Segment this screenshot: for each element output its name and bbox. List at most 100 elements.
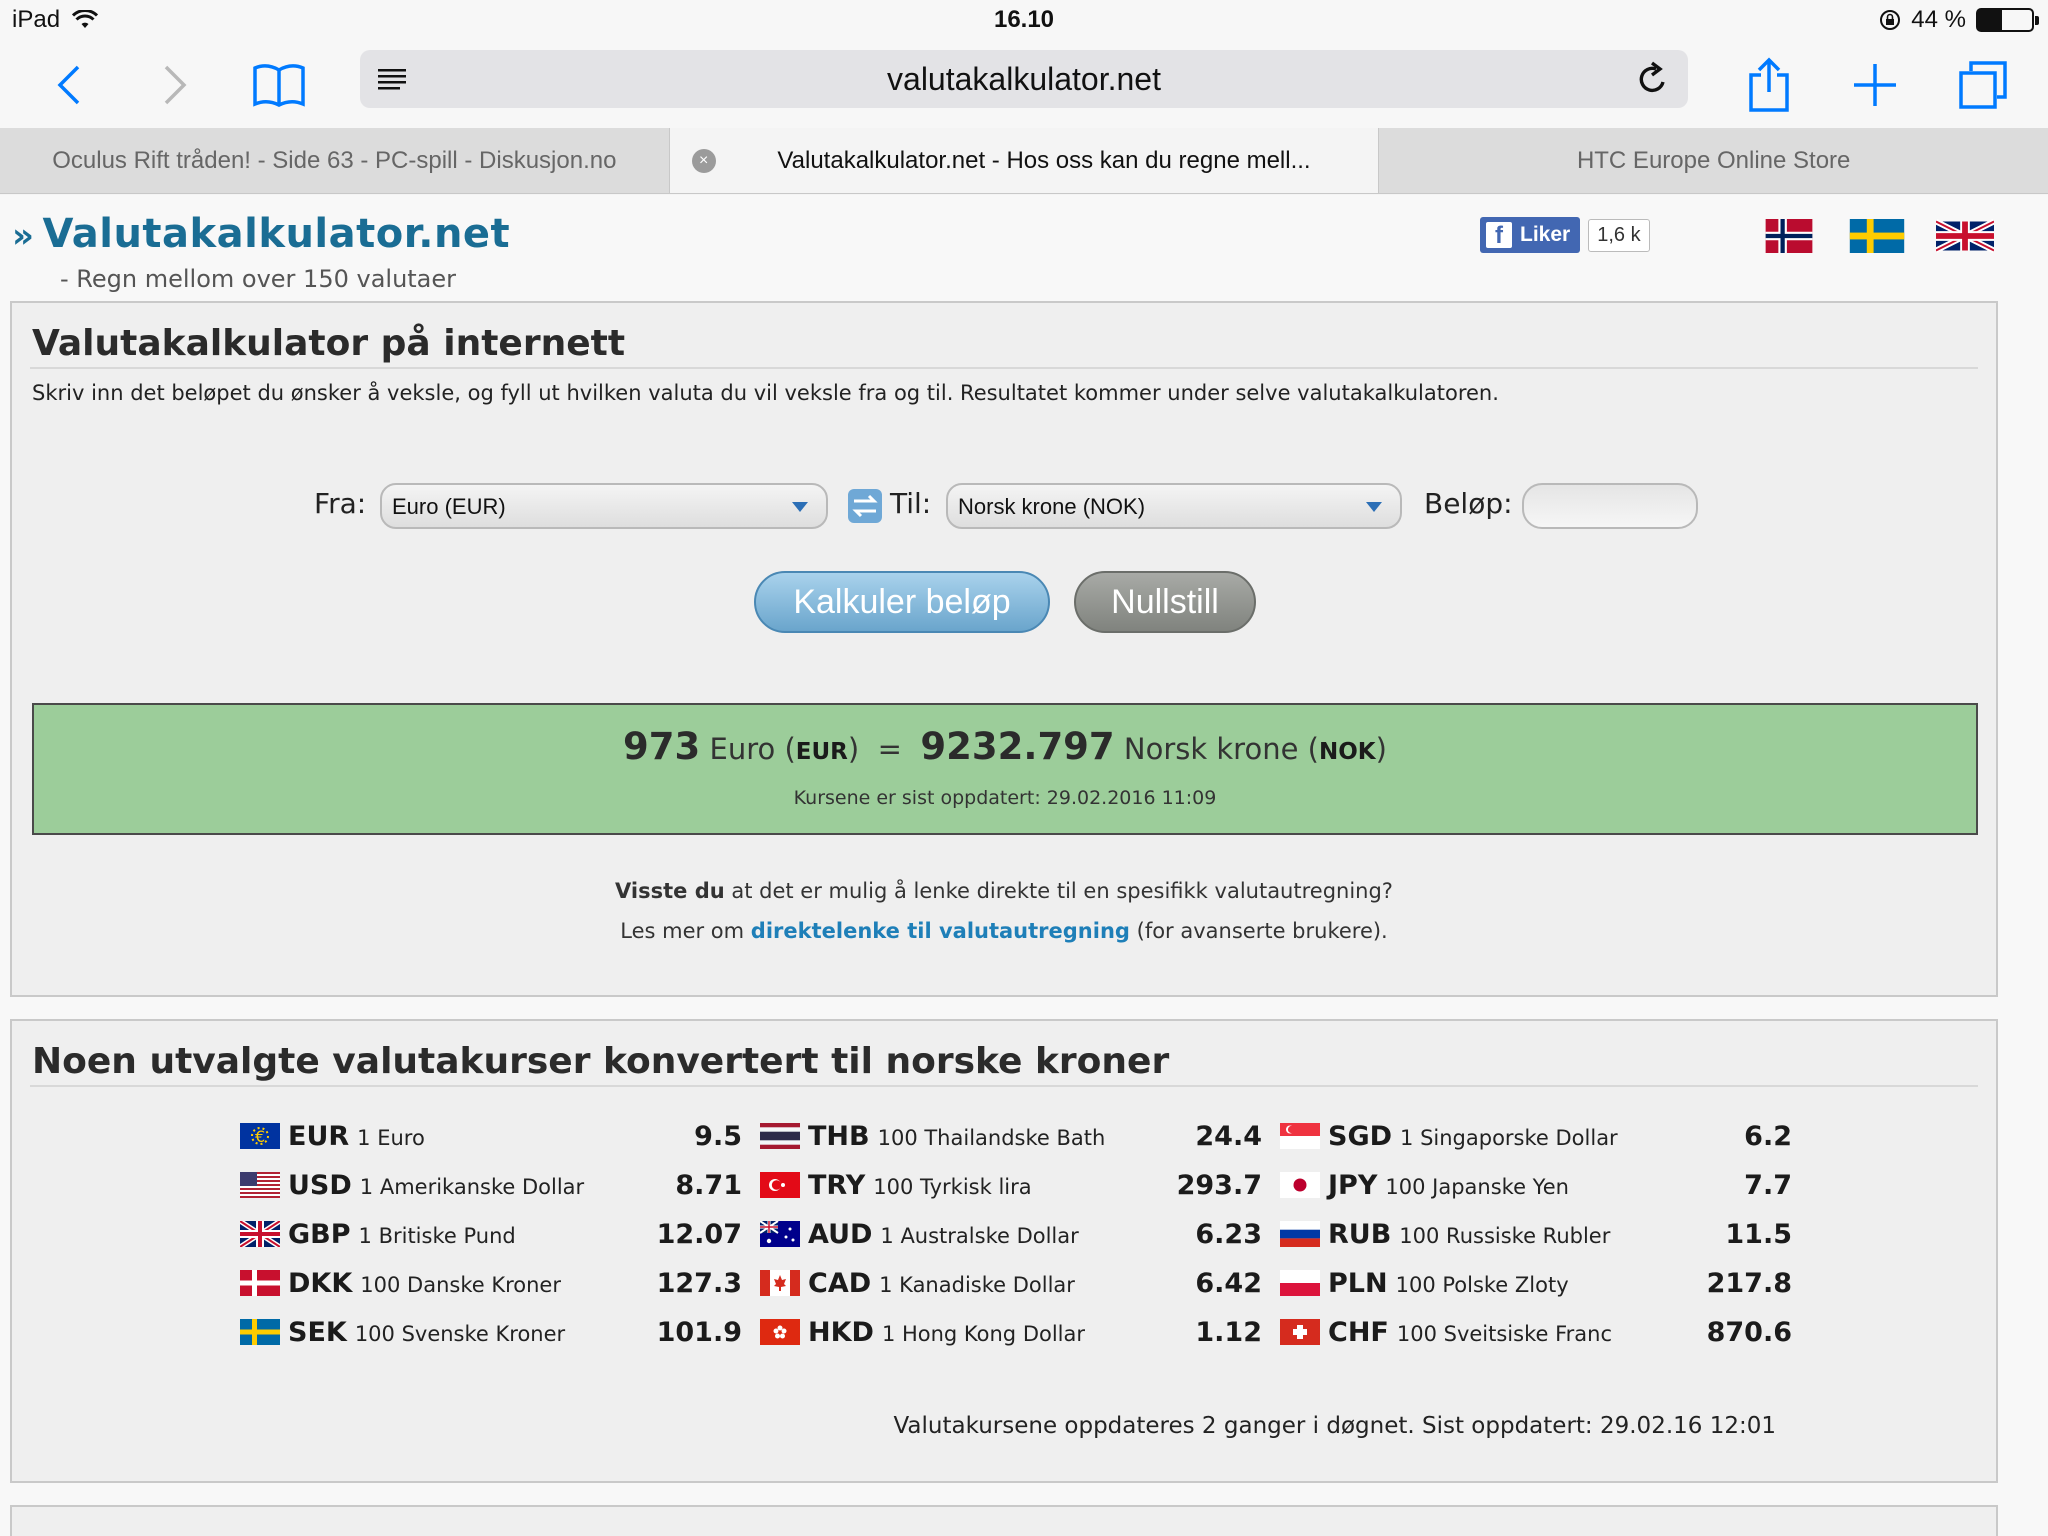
- tabs-icon: [1959, 61, 2007, 109]
- swap-currencies-icon[interactable]: [848, 489, 882, 523]
- like-count: 1,6 k: [1588, 218, 1650, 252]
- rate-row[interactable]: SEK 100 Svenske Kroner 101.9: [240, 1317, 742, 1357]
- share-button[interactable]: [1734, 50, 1804, 120]
- rate-row[interactable]: € EUR 1 Euro 9.5: [240, 1121, 742, 1161]
- rate-row[interactable]: CAD 1 Kanadiske Dollar 6.42: [760, 1268, 1262, 1308]
- result-value: 9232.797: [920, 725, 1115, 768]
- to-label: Til:: [890, 487, 932, 520]
- svg-text:€: €: [255, 1127, 265, 1146]
- facebook-like-widget: f Liker 1,6 k: [1480, 217, 1650, 253]
- rate-code: THB 100 Thailandske Bath: [808, 1121, 1106, 1152]
- tab-valutakalkulator[interactable]: × Valutakalkulator.net - Hos oss kan du …: [669, 128, 1380, 193]
- facebook-like-button[interactable]: f Liker: [1480, 217, 1581, 253]
- rate-row[interactable]: TRY 100 Tyrkisk lira 293.7: [760, 1170, 1262, 1210]
- rate-code: DKK 100 Danske Kroner: [288, 1268, 561, 1299]
- rate-name: 1 Amerikanske Dollar: [359, 1175, 585, 1199]
- norway-flag-icon[interactable]: [1760, 219, 1818, 253]
- rates-column: € EUR 1 Euro 9.5 USD 1 Amerikanske Dollar 8.71…: [240, 1121, 742, 1381]
- rates-column: THB 100 Thailandske Bath 24.4 TRY 100 Tyrkis…: [760, 1121, 1262, 1381]
- rate-name: 100 Thailandske Bath: [877, 1126, 1106, 1150]
- result-to-code: NOK: [1318, 739, 1376, 765]
- chevron-left-icon: [57, 65, 80, 105]
- rate-value: 293.7: [1176, 1170, 1262, 1201]
- uk-flag-icon[interactable]: [1936, 219, 1994, 253]
- from-currency-select[interactable]: Euro (EUR): [380, 483, 828, 529]
- forward-button[interactable]: [140, 50, 210, 120]
- tr-flag-icon: [760, 1172, 800, 1198]
- plus-icon: [1854, 64, 1896, 106]
- rate-code: PLN 100 Polske Zloty: [1328, 1268, 1569, 1299]
- eu-flag-icon: €: [240, 1123, 280, 1149]
- rate-value: 870.6: [1706, 1317, 1792, 1348]
- language-selector: [1760, 219, 1994, 253]
- reset-button[interactable]: Nullstill: [1074, 571, 1256, 633]
- battery-percent: 44 %: [1911, 6, 1966, 33]
- sweden-flag-icon[interactable]: [1848, 219, 1906, 253]
- ru-flag-icon: [1280, 1221, 1320, 1247]
- rate-name: 100 Polske Zloty: [1395, 1273, 1569, 1297]
- rate-row[interactable]: DKK 100 Danske Kroner 127.3: [240, 1268, 742, 1308]
- rate-code: JPY 100 Japanske Yen: [1328, 1170, 1569, 1201]
- rate-code: CAD 1 Kanadiske Dollar: [808, 1268, 1075, 1299]
- bookmarks-button[interactable]: [244, 50, 314, 120]
- rate-row[interactable]: USD 1 Amerikanske Dollar 8.71: [240, 1170, 742, 1210]
- tab-strip: Oculus Rift tråden! - Side 63 - PC-spill…: [0, 128, 2048, 194]
- back-button[interactable]: [34, 50, 104, 120]
- site-logo[interactable]: » Valutakalkulator.net: [12, 211, 510, 257]
- hk-flag-icon: [760, 1319, 800, 1345]
- rate-row[interactable]: CHF 100 Sveitsiske Franc 870.6: [1280, 1317, 1792, 1357]
- rate-value: 1.12: [1195, 1317, 1262, 1348]
- reload-icon[interactable]: [1636, 61, 1670, 97]
- rate-row[interactable]: THB 100 Thailandske Bath 24.4: [760, 1121, 1262, 1161]
- rate-row[interactable]: GBP 1 Britiske Pund 12.07: [240, 1219, 742, 1259]
- calculate-button[interactable]: Kalkuler beløp: [754, 571, 1050, 633]
- rate-row[interactable]: JPY 100 Japanske Yen 7.7: [1280, 1170, 1792, 1210]
- rate-code: TRY 100 Tyrkisk lira: [808, 1170, 1032, 1201]
- rate-value: 8.71: [675, 1170, 742, 1201]
- site-slogan: - Regn mellom over 150 valutaer: [60, 265, 457, 293]
- amount-input[interactable]: [1522, 483, 1698, 529]
- rates-column: SGD 1 Singaporske Dollar 6.2 JPY 100 Japansk…: [1280, 1121, 1792, 1381]
- rate-name: 1 Britiske Pund: [358, 1224, 516, 1248]
- book-icon: [253, 64, 305, 107]
- sg-flag-icon: [1280, 1123, 1320, 1149]
- title-divider: [30, 367, 1978, 369]
- rate-value: 101.9: [656, 1317, 742, 1348]
- rate-row[interactable]: RUB 100 Russiske Rubler 11.5: [1280, 1219, 1792, 1259]
- new-tab-button[interactable]: [1840, 50, 1910, 120]
- rate-row[interactable]: AUD 1 Australske Dollar 6.23: [760, 1219, 1262, 1259]
- us-flag-icon: [240, 1172, 280, 1198]
- tab-diskusjon[interactable]: Oculus Rift tråden! - Side 63 - PC-spill…: [0, 128, 670, 193]
- rate-name: 100 Sveitsiske Franc: [1396, 1322, 1612, 1346]
- rate-name: 1 Kanadiske Dollar: [879, 1273, 1075, 1297]
- tab-label: Valutakalkulator.net - Hos oss kan du re…: [777, 146, 1311, 174]
- calculator-title: Valutakalkulator på internett: [32, 323, 626, 364]
- address-bar[interactable]: valutakalkulator.net: [360, 50, 1688, 108]
- title-divider: [30, 1085, 1978, 1087]
- url-text[interactable]: valutakalkulator.net: [360, 61, 1688, 98]
- rate-value: 7.7: [1744, 1170, 1792, 1201]
- rate-row[interactable]: HKD 1 Hong Kong Dollar 1.12: [760, 1317, 1262, 1357]
- rates-update-note: Valutakursene oppdateres 2 ganger i døgn…: [893, 1413, 1776, 1439]
- rate-name: 100 Japanske Yen: [1385, 1175, 1569, 1199]
- close-tab-icon[interactable]: ×: [691, 149, 716, 173]
- tabs-overview-button[interactable]: [1948, 50, 2018, 120]
- au-flag-icon: [760, 1221, 800, 1247]
- rate-value: 11.5: [1725, 1219, 1792, 1250]
- direct-link-link[interactable]: direktelenke til valutautregning: [751, 919, 1130, 943]
- result-amount: 973: [623, 725, 701, 768]
- to-currency-select[interactable]: Norsk krone (NOK): [946, 483, 1402, 529]
- calculator-panel: Valutakalkulator på internett Skriv inn …: [10, 301, 1998, 997]
- rate-code: GBP 1 Britiske Pund: [288, 1219, 516, 1250]
- web-page: » Valutakalkulator.net - Regn mellom over…: [0, 195, 2048, 1536]
- pl-flag-icon: [1280, 1270, 1320, 1296]
- tip-text: at det er mulig å lenke direkte til en s…: [731, 879, 1393, 903]
- rate-row[interactable]: SGD 1 Singaporske Dollar 6.2: [1280, 1121, 1792, 1161]
- se-flag-icon: [240, 1319, 280, 1345]
- rate-row[interactable]: PLN 100 Polske Zloty 217.8: [1280, 1268, 1792, 1308]
- tip-text: Les mer om: [620, 919, 745, 943]
- tab-htc[interactable]: HTC Europe Online Store: [1379, 128, 2048, 193]
- rate-code: AUD 1 Australske Dollar: [808, 1219, 1079, 1250]
- amount-label: Beløp:: [1424, 487, 1513, 520]
- tab-label: HTC Europe Online Store: [1576, 146, 1851, 174]
